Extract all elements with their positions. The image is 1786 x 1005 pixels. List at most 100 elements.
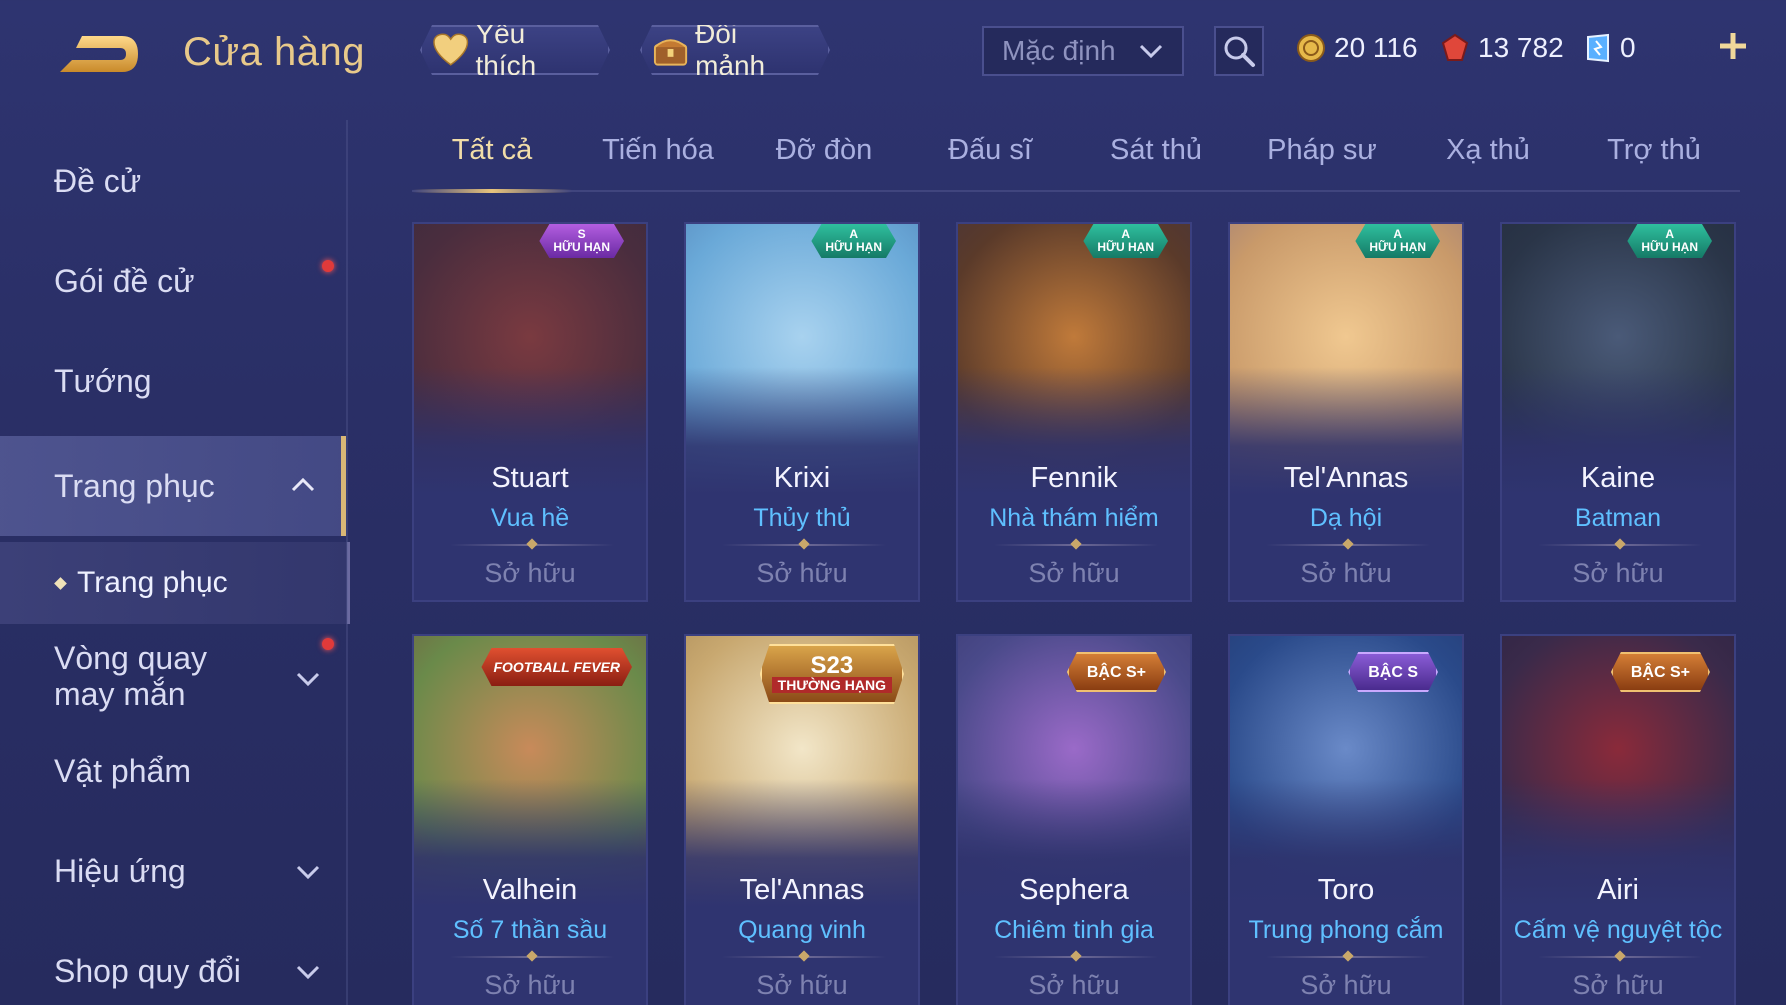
hero-name: Kaine	[1580, 462, 1656, 494]
hero-name: Krixi	[773, 462, 831, 494]
tier-badge: A HỮU HẠN	[1083, 224, 1168, 258]
chevron-down-icon	[296, 965, 320, 980]
chevron-down-icon	[296, 865, 320, 880]
tab-all[interactable]: Tất cả	[412, 134, 572, 178]
skin-card[interactable]: FOOTBALL FEVER Valhein Số 7 thần sầu Sở …	[412, 634, 648, 1005]
sidebar-item-label: Gói đề cử	[54, 262, 195, 299]
skin-card[interactable]: S23 THƯỜNG HẠNG Tel'Annas Quang vinh Sở …	[684, 634, 920, 1005]
sidebar-divider	[346, 120, 348, 1005]
hero-name: Valhein	[482, 874, 578, 906]
tab-label: Xạ thủ	[1446, 134, 1530, 166]
skin-name: Thủy thủ	[753, 504, 851, 532]
rank-badge: BẬC S+	[1067, 652, 1166, 692]
sidebar-item-label: Shop quy đổi	[54, 952, 241, 989]
ownership-status: Sở hữu	[756, 970, 848, 1000]
card-divider	[994, 956, 1158, 958]
favorites-button[interactable]: Yêu thích	[420, 25, 610, 75]
sidebar-item-recommended[interactable]: Đề cử	[0, 136, 346, 226]
tab-evolution[interactable]: Tiến hóa	[578, 134, 738, 178]
skin-card[interactable]: A HỮU HẠN Krixi Thủy thủ Sở hữu	[684, 222, 920, 602]
hero-name: Tel'Annas	[739, 874, 865, 906]
skin-name: Nhà thám hiểm	[989, 504, 1159, 532]
notification-dot	[322, 260, 334, 272]
sidebar-item-exchange-shop[interactable]: Shop quy đổi	[0, 926, 346, 1005]
active-tab-indicator	[412, 189, 572, 193]
tier-text: HỮU HẠN	[1369, 240, 1426, 254]
tab-label: Đỡ đòn	[775, 134, 873, 166]
bullet-diamond-icon	[54, 576, 67, 590]
skin-card[interactable]: BẬC S+ Sephera Chiêm tinh gia Sở hữu	[956, 634, 1192, 1005]
tab-fighter[interactable]: Đấu sĩ	[910, 134, 1070, 178]
sidebar-item-effects[interactable]: Hiệu ứng	[0, 826, 346, 916]
card-divider	[1266, 956, 1430, 958]
card-divider	[450, 544, 614, 546]
search-button[interactable]	[1214, 26, 1264, 76]
card-divider	[1538, 956, 1702, 958]
skin-name: Vua hề	[490, 504, 570, 532]
top-bar: Cửa hàng Yêu thích Đổi mảnh Mặc định 20 …	[0, 0, 1786, 100]
skin-card[interactable]: BẬC S+ Airi Cấm vệ nguyệt tộc Sở hữu	[1500, 634, 1736, 1005]
gold-value: 20 116	[1334, 32, 1418, 63]
sidebar-item-recommended-packs[interactable]: Gói đề cử	[0, 236, 346, 326]
skin-name: Dạ hội	[1309, 504, 1383, 532]
ownership-status: Sở hữu	[756, 558, 848, 588]
sidebar-item-heroes[interactable]: Tướng	[0, 336, 346, 426]
sidebar-item-items[interactable]: Vật phẩm	[0, 726, 346, 816]
skin-name: Trung phong cắm	[1248, 916, 1444, 944]
ownership-status: Sở hữu	[1572, 558, 1664, 588]
hero-name: Airi	[1597, 874, 1639, 906]
search-icon	[1224, 36, 1255, 67]
add-currency-button[interactable]	[1713, 22, 1753, 70]
skin-card[interactable]: A HỮU HẠN Kaine Batman Sở hữu	[1500, 222, 1736, 602]
tab-marksman[interactable]: Xạ thủ	[1408, 134, 1568, 178]
skin-card[interactable]: S HỮU HẠN Stuart Vua hề Sở hữu	[412, 222, 648, 602]
card-divider	[722, 956, 886, 958]
gold-balance: 20 116	[1296, 28, 1418, 68]
tab-support[interactable]: Trợ thủ	[1574, 134, 1734, 178]
skin-name: Batman	[1574, 504, 1662, 532]
sidebar-item-label: Hiệu ứng	[54, 852, 186, 889]
card-divider	[1538, 544, 1702, 546]
voucher-value: 0	[1620, 32, 1636, 63]
ownership-status: Sở hữu	[1028, 558, 1120, 588]
ownership-status: Sở hữu	[1028, 970, 1120, 1000]
skin-card[interactable]: A HỮU HẠN Tel'Annas Dạ hội Sở hữu	[1228, 222, 1464, 602]
tier-text: HỮU HẠN	[553, 240, 610, 254]
tab-label: Trợ thủ	[1607, 134, 1701, 166]
card-divider	[722, 544, 886, 546]
tab-mage[interactable]: Pháp sư	[1242, 134, 1402, 178]
sidebar-subitem-skins[interactable]: Trang phục	[0, 542, 350, 624]
sidebar-item-lucky-spin[interactable]: Vòng quay may mắn	[0, 626, 346, 726]
skin-grid: S HỮU HẠN Stuart Vua hề Sở hữu A HỮU HẠN K…	[412, 222, 1742, 1005]
sidebar-item-label: Vòng quay may mắn	[54, 640, 208, 712]
tab-assassin[interactable]: Sát thủ	[1076, 134, 1236, 178]
sidebar-item-label: Trang phục	[54, 467, 215, 504]
chevron-down-icon	[296, 672, 320, 687]
sort-value: Mặc định	[1002, 35, 1116, 66]
notification-dot	[322, 638, 334, 650]
tier-badge: A HỮU HẠN	[811, 224, 896, 258]
tier-text: HỮU HẠN	[1641, 240, 1698, 254]
fragment-exchange-button[interactable]: Đổi mảnh	[640, 25, 830, 75]
back-button[interactable]	[52, 28, 144, 82]
category-tabs: Tất cả Tiến hóa Đỡ đòn Đấu sĩ Sát thủ Ph…	[412, 120, 1740, 193]
ownership-status: Sở hữu	[1300, 970, 1392, 1000]
skin-name: Chiêm tinh gia	[994, 916, 1154, 944]
sort-dropdown[interactable]: Mặc định	[982, 26, 1184, 76]
tab-tank[interactable]: Đỡ đòn	[744, 134, 904, 178]
hero-name: Stuart	[491, 462, 569, 494]
sidebar-item-label: Vật phẩm	[54, 752, 191, 789]
season-sub-label: THƯỜNG HẠNG	[772, 677, 892, 693]
sidebar-item-skins[interactable]: Trang phục	[0, 436, 346, 536]
voucher-balance: 0	[1584, 28, 1636, 68]
ownership-status: Sở hữu	[484, 970, 576, 1000]
tier-text: HỮU HẠN	[825, 240, 882, 254]
event-badge: FOOTBALL FEVER	[481, 648, 632, 686]
ruby-gem-icon	[1441, 33, 1469, 61]
voucher-icon	[1587, 33, 1609, 63]
fragment-exchange-label: Đổi mảnh	[695, 18, 766, 81]
skin-card[interactable]: BẬC S Toro Trung phong cắm Sở hữu	[1228, 634, 1464, 1005]
skin-card[interactable]: A HỮU HẠN Fennik Nhà thám hiểm Sở hữu	[956, 222, 1192, 602]
gem-value: 13 782	[1478, 32, 1564, 63]
tab-label: Tất cả	[451, 134, 533, 166]
